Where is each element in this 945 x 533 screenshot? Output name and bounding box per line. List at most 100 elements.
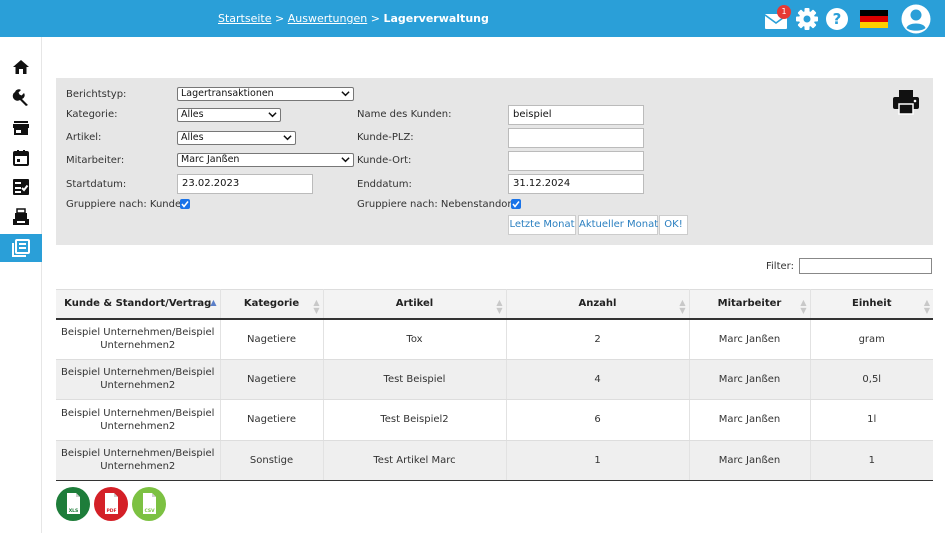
svg-text:?: ? xyxy=(833,10,842,28)
sidebar-item-home[interactable] xyxy=(0,53,42,81)
column-header-label: Anzahl xyxy=(578,298,617,310)
gear-icon[interactable] xyxy=(795,7,819,31)
current-month-button[interactable]: Aktueller Monat xyxy=(578,215,658,235)
sort-icon: ▲ ▼ xyxy=(496,298,503,315)
category-label: Kategorie: xyxy=(66,109,118,120)
table-row: Beispiel Unternehmen/Beispiel Unternehme… xyxy=(56,318,933,360)
customer-name-input[interactable]: beispiel xyxy=(508,105,644,125)
sidebar-item-checklist[interactable] xyxy=(0,173,42,201)
start-date-input[interactable]: 23.02.2023 xyxy=(177,174,313,194)
report-table: Kunde & Standort/Vertrag ▲ Kategorie ▲ ▼ Ar… xyxy=(56,289,933,481)
ok-button[interactable]: OK! xyxy=(659,215,688,235)
sort-icon: ▲ ▼ xyxy=(313,298,320,315)
top-bar: Startseite > Auswertungen > Lagerverwalt… xyxy=(0,0,945,37)
group-customer-checkbox[interactable] xyxy=(180,199,190,209)
employee-value: Marc Janßen xyxy=(181,154,240,165)
chevron-down-icon xyxy=(341,157,350,163)
column-header-label: Kategorie xyxy=(243,298,300,310)
cell-customer: Beispiel Unternehmen/Beispiel Unternehme… xyxy=(56,440,221,481)
cell-category: Nagetiere xyxy=(220,318,324,360)
table-row: Beispiel Unternehmen/Beispiel Unternehme… xyxy=(56,359,933,400)
cell-article: Test Beispiel xyxy=(323,359,507,400)
group-site-checkbox[interactable] xyxy=(511,199,521,209)
category-select[interactable]: Alles xyxy=(177,108,281,122)
column-header-customer[interactable]: Kunde & Standort/Vertrag ▲ xyxy=(56,289,221,320)
article-label: Artikel: xyxy=(66,132,102,143)
export-csv-button[interactable]: CSV xyxy=(132,487,166,521)
cell-count: 6 xyxy=(506,399,690,441)
svg-text:CSV: CSV xyxy=(144,508,155,514)
last-month-button[interactable]: Letzte Monat xyxy=(508,215,576,235)
cell-employee: Marc Janßen xyxy=(689,440,811,481)
export-pdf-button[interactable]: PDF xyxy=(94,487,128,521)
sidebar xyxy=(0,37,42,533)
article-value: Alles xyxy=(181,132,204,143)
cell-customer: Beispiel Unternehmen/Beispiel Unternehme… xyxy=(56,359,221,400)
pdf-file-icon: PDF xyxy=(105,493,118,514)
csv-file-icon: CSV xyxy=(143,493,156,514)
home-icon xyxy=(13,60,29,74)
breadcrumb: Startseite > Auswertungen > Lagerverwalt… xyxy=(218,12,489,25)
cell-employee: Marc Janßen xyxy=(689,399,811,441)
breadcrumb-reports-link[interactable]: Auswertungen xyxy=(288,12,368,25)
group-site-label: Gruppiere nach: Nebenstandort: xyxy=(357,199,519,210)
customer-name-label: Name des Kunden: xyxy=(357,109,452,120)
sort-icon: ▲ ▼ xyxy=(679,298,686,315)
customer-city-input[interactable] xyxy=(508,151,644,171)
table-filter-input[interactable] xyxy=(799,258,932,274)
cell-customer: Beispiel Unternehmen/Beispiel Unternehme… xyxy=(56,399,221,441)
svg-text:XLS: XLS xyxy=(69,508,79,514)
breadcrumb-separator: > xyxy=(370,12,380,25)
table-row: Beispiel Unternehmen/Beispiel Unternehme… xyxy=(56,399,933,441)
report-type-value: Lagertransaktionen xyxy=(181,88,274,99)
customer-city-label: Kunde-Ort: xyxy=(357,155,412,166)
sidebar-item-store[interactable] xyxy=(0,114,42,142)
user-avatar-icon[interactable] xyxy=(901,4,931,34)
sidebar-item-tools[interactable] xyxy=(0,83,42,111)
column-header-category[interactable]: Kategorie ▲ ▼ xyxy=(220,289,324,320)
sidebar-item-register[interactable] xyxy=(0,203,42,231)
table-row: Beispiel Unternehmen/Beispiel Unternehme… xyxy=(56,440,933,481)
cell-employee: Marc Janßen xyxy=(689,359,811,400)
cell-category: Nagetiere xyxy=(220,359,324,400)
german-flag-icon[interactable] xyxy=(860,10,888,28)
cell-category: Nagetiere xyxy=(220,399,324,441)
cell-count: 4 xyxy=(506,359,690,400)
help-icon[interactable]: ? xyxy=(825,7,849,31)
column-header-count[interactable]: Anzahl ▲ ▼ xyxy=(506,289,690,320)
cell-unit: 1l xyxy=(810,399,933,441)
article-select[interactable]: Alles xyxy=(177,131,296,145)
employee-select[interactable]: Marc Janßen xyxy=(177,153,354,167)
breadcrumb-home-link[interactable]: Startseite xyxy=(218,12,272,25)
cell-count: 1 xyxy=(506,440,690,481)
customer-zip-input[interactable] xyxy=(508,128,644,148)
export-xls-button[interactable]: XLS xyxy=(56,487,90,521)
cell-category: Sonstige xyxy=(220,440,324,481)
start-date-label: Startdatum: xyxy=(66,179,127,190)
column-header-article[interactable]: Artikel ▲ ▼ xyxy=(323,289,507,320)
checklist-icon xyxy=(13,179,29,195)
report-type-select[interactable]: Lagertransaktionen xyxy=(177,87,354,101)
mail-icon[interactable]: 1 xyxy=(764,5,791,31)
report-type-label: Berichtstyp: xyxy=(66,89,127,100)
end-date-label: Enddatum: xyxy=(357,179,412,190)
column-header-label: Mitarbeiter xyxy=(717,298,782,310)
end-date-input[interactable]: 31.12.2024 xyxy=(508,174,644,194)
register-icon xyxy=(13,208,29,225)
cell-article: Test Artikel Marc xyxy=(323,440,507,481)
sort-icon: ▲ ▼ xyxy=(800,298,807,315)
sort-icon: ▲ ▼ xyxy=(923,298,930,315)
wrench-icon xyxy=(12,89,28,106)
cell-unit: 1 xyxy=(810,440,933,481)
print-icon[interactable] xyxy=(892,89,920,115)
calendar-icon xyxy=(13,150,29,166)
table-filter-label: Filter: xyxy=(766,261,794,272)
sidebar-item-reports[interactable] xyxy=(0,234,42,262)
column-header-label: Kunde & Standort/Vertrag xyxy=(64,298,212,310)
column-header-employee[interactable]: Mitarbeiter ▲ ▼ xyxy=(689,289,811,320)
column-header-unit[interactable]: Einheit ▲ ▼ xyxy=(810,289,933,320)
chevron-down-icon xyxy=(283,135,292,141)
xls-file-icon: XLS xyxy=(67,493,80,514)
employee-label: Mitarbeiter: xyxy=(66,155,125,166)
sidebar-item-calendar[interactable] xyxy=(0,144,42,172)
